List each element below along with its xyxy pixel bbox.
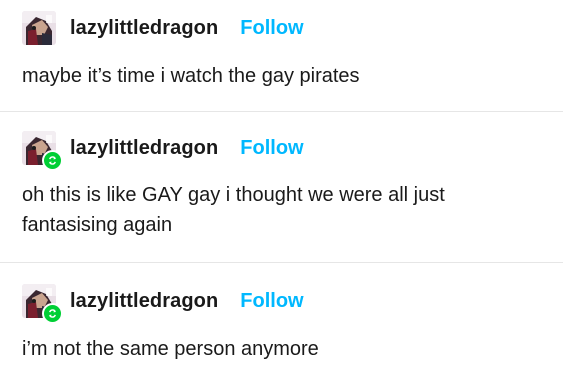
reblog-thread: lazylittledragon Follow maybe it’s time … (0, 0, 563, 369)
post-text: oh this is like GAY gay i thought we wer… (22, 184, 445, 236)
follow-button[interactable]: Follow (240, 17, 303, 40)
follow-button[interactable]: Follow (240, 137, 303, 160)
username[interactable]: lazylittledragon (70, 17, 218, 40)
avatar-image (22, 11, 56, 45)
reblog-icon (42, 303, 63, 324)
post-text: i’m not the same person anymore (22, 338, 319, 360)
follow-button[interactable]: Follow (240, 290, 303, 313)
post-1: lazylittledragon Follow maybe it’s time … (0, 11, 563, 111)
post-3: lazylittledragon Follow i’m not the same… (0, 284, 563, 369)
username[interactable]: lazylittledragon (70, 137, 218, 160)
post-header: lazylittledragon Follow (22, 131, 304, 171)
post-2: lazylittledragon Follow oh this is like … (0, 131, 563, 261)
avatar[interactable] (22, 284, 63, 324)
divider (0, 111, 563, 112)
username[interactable]: lazylittledragon (70, 290, 218, 313)
avatar[interactable] (22, 11, 56, 45)
post-text: maybe it’s time i watch the gay pirates (22, 65, 360, 87)
reblog-icon (42, 150, 63, 171)
post-header: lazylittledragon Follow (22, 11, 304, 45)
divider (0, 262, 563, 263)
post-header: lazylittledragon Follow (22, 284, 304, 324)
avatar[interactable] (22, 131, 63, 171)
